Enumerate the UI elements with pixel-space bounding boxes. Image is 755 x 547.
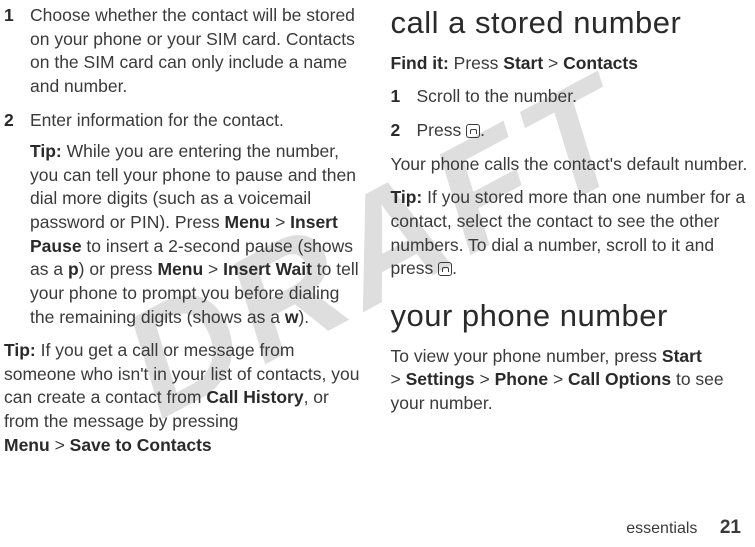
page-footer: essentials 21	[626, 517, 741, 539]
text: >	[475, 369, 495, 389]
text: ).	[298, 307, 309, 327]
menu-label: Menu	[157, 259, 203, 279]
contacts-label: Contacts	[563, 53, 638, 73]
heading-call-stored: call a stored number	[391, 2, 750, 44]
default-number-line: Your phone calls the contact's default n…	[391, 153, 750, 177]
view-number-paragraph: To view your phone number, press Start >…	[391, 345, 750, 416]
step-number: 2	[4, 109, 30, 330]
step-lead: Enter information for the contact.	[30, 109, 363, 133]
text: >	[391, 369, 406, 389]
step-body: Enter information for the contact. Tip: …	[30, 109, 363, 330]
step-number: 1	[4, 4, 30, 99]
page-content: 1 Choose whether the contact will be sto…	[0, 0, 755, 547]
w-char: w	[285, 307, 299, 327]
tip-paragraph: Tip: If you stored more than one number …	[391, 186, 750, 281]
heading-your-number: your phone number	[391, 295, 750, 337]
text: To view your phone number, press	[391, 346, 662, 366]
tip-paragraph: Tip: If you get a call or message from s…	[4, 339, 363, 457]
tip-label: Tip:	[30, 141, 62, 161]
step-body: Press .	[417, 119, 750, 143]
call-options-label: Call Options	[568, 369, 671, 389]
start-label: Start	[503, 53, 543, 73]
footer-page-number: 21	[720, 517, 741, 538]
text: >	[203, 259, 223, 279]
phone-label: Phone	[495, 369, 548, 389]
text: Press	[417, 120, 467, 140]
text: ) or press	[79, 259, 158, 279]
tip-label: Tip:	[4, 340, 36, 360]
step-2: 2 Enter information for the contact. Tip…	[4, 109, 363, 330]
p-char: p	[68, 259, 79, 279]
text: >	[543, 53, 563, 73]
call-step-1: 1 Scroll to the number.	[391, 85, 750, 109]
text: .	[452, 258, 457, 278]
footer-section: essentials	[626, 520, 697, 537]
tip-label: Tip:	[391, 187, 423, 207]
text: >	[50, 435, 70, 455]
save-to-contacts-label: Save to Contacts	[70, 435, 212, 455]
step-number: 1	[391, 85, 417, 109]
start-label: Start	[662, 346, 702, 366]
text: .	[480, 120, 485, 140]
right-column: call a stored number Find it: Press Star…	[389, 4, 750, 547]
text: Press	[449, 53, 503, 73]
step-body: Scroll to the number.	[417, 85, 750, 109]
text: >	[270, 212, 290, 232]
insert-wait-label: Insert Wait	[223, 259, 312, 279]
menu-label: Menu	[225, 212, 271, 232]
call-step-2: 2 Press .	[391, 119, 750, 143]
find-it-label: Find it:	[391, 53, 449, 73]
step-body: Choose whether the contact will be store…	[30, 4, 363, 99]
call-history-label: Call History	[206, 387, 303, 407]
call-key-icon	[438, 262, 452, 276]
find-it-line: Find it: Press Start > Contacts	[391, 52, 750, 76]
menu-label: Menu	[4, 435, 50, 455]
step-1: 1 Choose whether the contact will be sto…	[4, 4, 363, 99]
call-key-icon	[466, 124, 480, 138]
left-column: 1 Choose whether the contact will be sto…	[4, 4, 365, 547]
text: >	[548, 369, 568, 389]
step-tip: Tip: While you are entering the number, …	[30, 140, 363, 329]
step-number: 2	[391, 119, 417, 143]
settings-label: Settings	[406, 369, 475, 389]
